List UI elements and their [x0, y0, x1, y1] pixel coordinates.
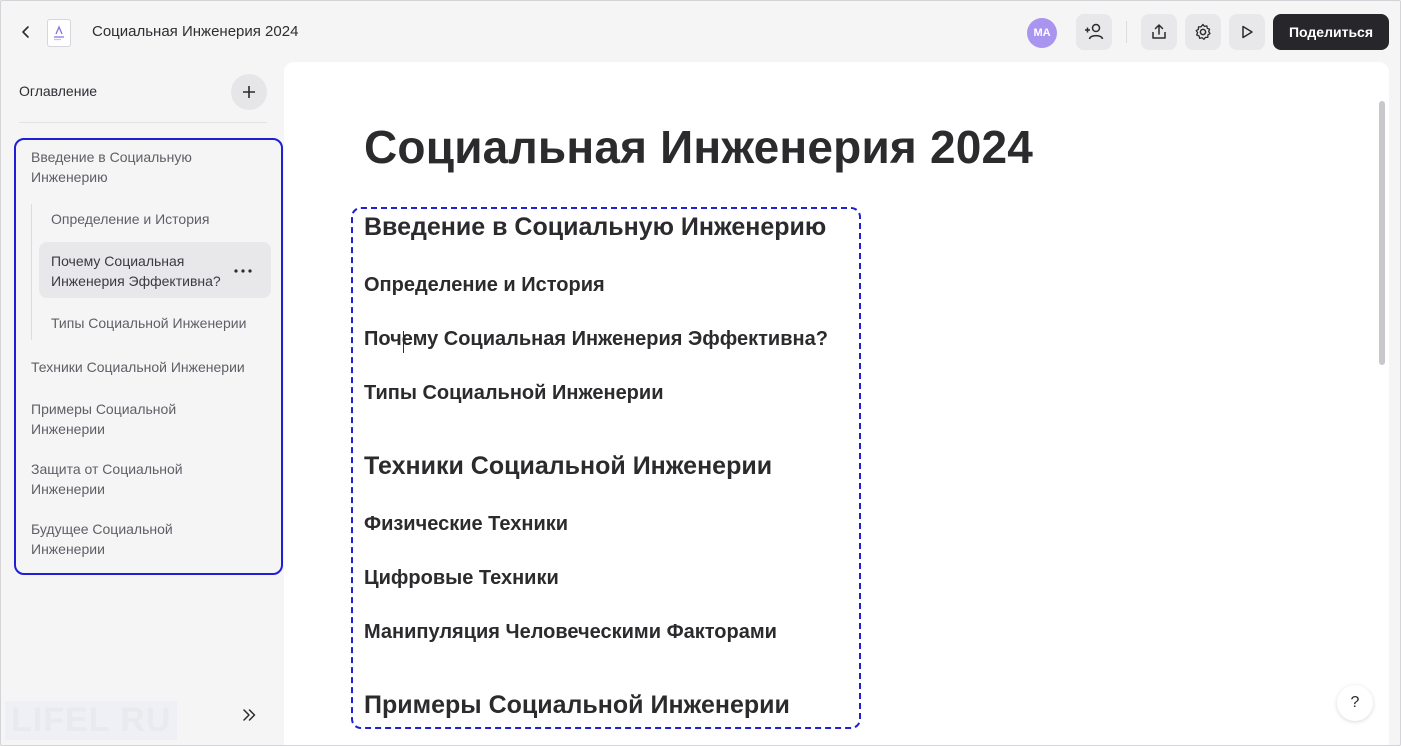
chevrons-right-icon [243, 709, 256, 721]
document-title: Социальная Инженерия 2024 [92, 23, 299, 40]
back-button[interactable] [15, 21, 37, 43]
more-options-button[interactable] [233, 261, 253, 281]
outline-h3[interactable]: Определение и История [364, 274, 605, 297]
chevron-left-icon [22, 26, 29, 38]
document-icon [47, 19, 71, 47]
toc-item-examples[interactable]: Примеры Социальной Инженерии [31, 399, 201, 439]
outline-h3[interactable]: Манипуляция Человеческими Факторами [364, 621, 777, 644]
more-horizontal-icon [234, 269, 252, 273]
toc-header: Оглавление [19, 83, 98, 99]
toc-subsection-line [31, 204, 32, 340]
plus-icon [243, 86, 255, 98]
toc-item-protection[interactable]: Защита от Социальной Инженерии [31, 459, 201, 499]
add-user-icon [1085, 23, 1104, 40]
outline-h2[interactable]: Введение в Социальную Инженерию [364, 213, 826, 242]
scrollbar[interactable] [1379, 101, 1385, 365]
toolbar-separator [1126, 21, 1127, 43]
top-bar: Социальная Инженерия 2024 MA Поделиться [1, 1, 1400, 63]
play-icon [1242, 25, 1253, 39]
toc-item-intro[interactable]: Введение в Социальную Инженерию [31, 147, 231, 187]
toc-item-future[interactable]: Будущее Социальной Инженерии [31, 519, 201, 559]
outline-h3[interactable]: Цифровые Техники [364, 567, 559, 590]
present-button[interactable] [1229, 14, 1265, 50]
add-section-button[interactable] [231, 74, 267, 110]
outline-h2[interactable]: Примеры Социальной Инженерии [364, 691, 790, 720]
help-button[interactable]: ? [1337, 685, 1373, 721]
collapse-sidebar-button[interactable] [237, 703, 261, 727]
toc-item-definition[interactable]: Определение и История [51, 209, 266, 229]
gear-icon [1195, 23, 1211, 40]
outline-h2[interactable]: Техники Социальной Инженерии [364, 452, 772, 481]
toc-item-why-effective[interactable]: Почему Социальная Инженерия Эффективна? [51, 251, 231, 291]
invite-user-button[interactable] [1076, 14, 1112, 50]
toc-item-types[interactable]: Типы Социальной Инженерии [51, 313, 263, 333]
sidebar: Оглавление Введение в Социальную Инженер… [1, 63, 284, 745]
text-caret [403, 331, 404, 353]
document-heading[interactable]: Социальная Инженерия 2024 [364, 120, 1033, 174]
document-canvas: Социальная Инженерия 2024 Введение в Соц… [284, 62, 1389, 745]
toc-item-techniques[interactable]: Техники Социальной Инженерии [31, 357, 263, 377]
settings-button[interactable] [1185, 14, 1221, 50]
export-button[interactable] [1141, 14, 1177, 50]
outline-h3[interactable]: Физические Техники [364, 513, 568, 536]
upload-icon [1152, 24, 1166, 39]
watermark: LIFEL RU [5, 701, 178, 740]
outline-h3[interactable]: Почему Социальная Инженерия Эффективна? [364, 328, 828, 351]
app-window: Социальная Инженерия 2024 MA Поделиться … [0, 0, 1401, 746]
share-button[interactable]: Поделиться [1273, 14, 1389, 50]
outline-h3[interactable]: Типы Социальной Инженерии [364, 382, 664, 405]
toc-divider [19, 122, 267, 123]
avatar[interactable]: MA [1027, 18, 1057, 48]
